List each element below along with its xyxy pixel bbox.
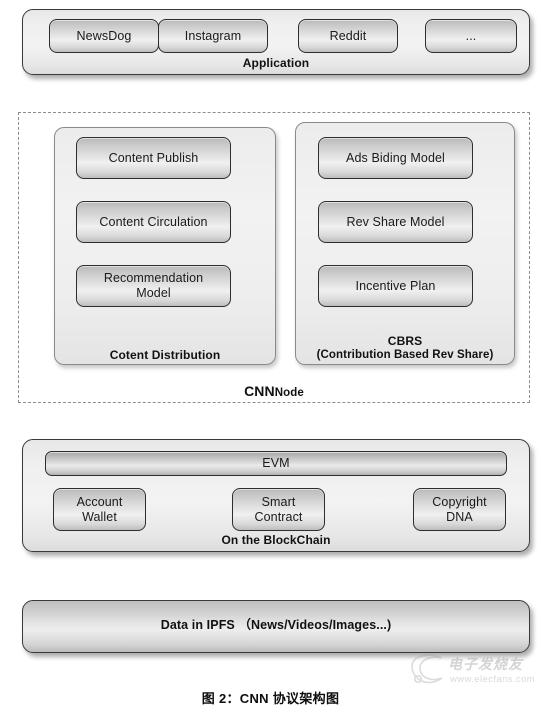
cnn-node-label-strong: CNN: [244, 383, 275, 399]
figure-caption: 图 2：CNN 协议架构图: [201, 691, 340, 706]
evm-bar[interactable]: EVM: [45, 451, 507, 476]
module-rev-share-model[interactable]: Rev Share Model: [318, 201, 473, 243]
cbrs-label-line2: (Contribution Based Rev Share): [316, 349, 494, 361]
module-incentive-plan[interactable]: Incentive Plan: [318, 265, 473, 307]
blockchain-smart-contract[interactable]: Smart Contract: [232, 488, 325, 531]
blockchain-copyright-dna[interactable]: Copyright DNA: [413, 488, 506, 531]
watermark-chinese-text: 电子发烧友: [448, 656, 523, 672]
watermark-url-text: www.elecfans.com: [450, 674, 536, 685]
module-content-circulation[interactable]: Content Circulation: [76, 201, 231, 243]
app-chip-more[interactable]: ...: [425, 19, 517, 53]
blockchain-layer-label: On the BlockChain: [221, 533, 331, 547]
module-recommendation-model[interactable]: Recommendation Model: [76, 265, 231, 307]
module-content-publish[interactable]: Content Publish: [76, 137, 231, 179]
application-layer-label: Application: [242, 56, 310, 70]
cnn-node-label: CNNNode: [18, 383, 530, 400]
cnn-node-label-rest: Node: [274, 387, 304, 399]
blockchain-account-wallet[interactable]: Account Wallet: [53, 488, 146, 531]
module-ads-biding-model[interactable]: Ads Biding Model: [318, 137, 473, 179]
content-distribution-label: Cotent Distribution: [109, 348, 221, 362]
app-chip-newsdog[interactable]: NewsDog: [49, 19, 159, 53]
cbrs-label-line1: CBRS: [387, 334, 423, 348]
app-chip-reddit[interactable]: Reddit: [298, 19, 398, 53]
app-chip-instagram[interactable]: Instagram: [158, 19, 268, 53]
storage-layer-label: Data in IPFS （News/Videos/Images...): [160, 618, 392, 632]
